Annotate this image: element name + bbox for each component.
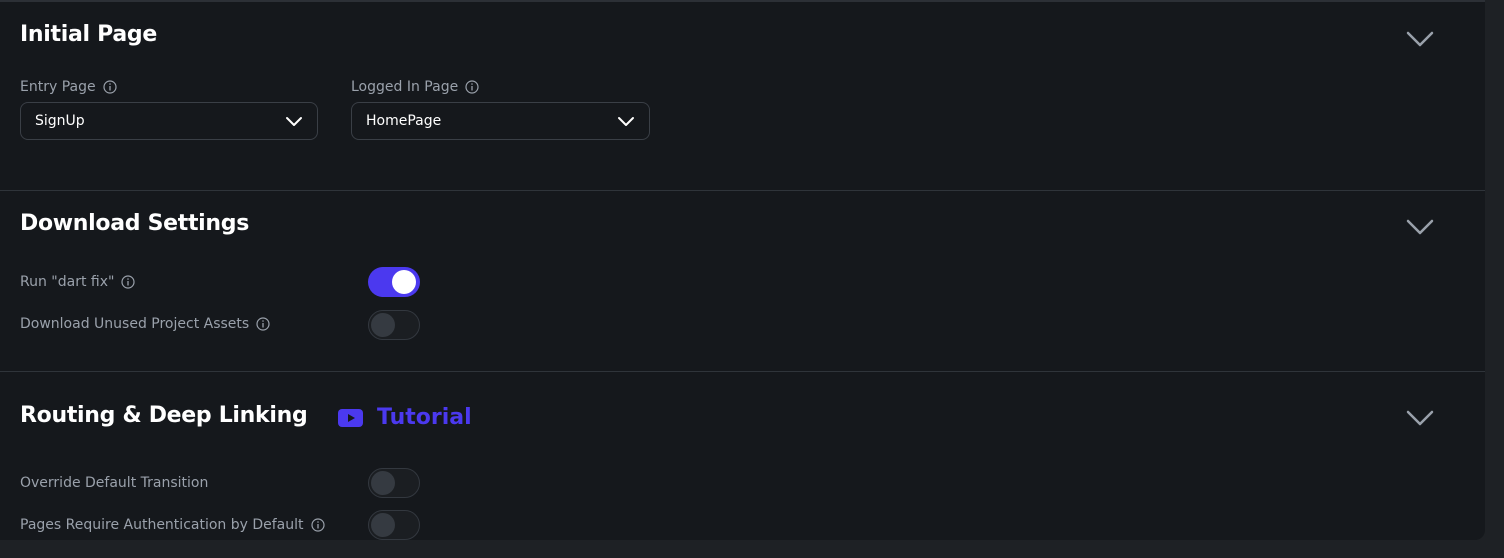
entry-page-label: Entry Page [20,79,96,95]
tutorial-link[interactable]: Tutorial [338,405,472,430]
require-auth-label-row: Pages Require Authentication by Default [20,517,325,533]
routing-collapse-chevron-icon[interactable] [1406,410,1434,426]
unused-assets-label-row: Download Unused Project Assets [20,316,270,332]
chevron-down-icon [286,117,302,126]
unused-assets-label: Download Unused Project Assets [20,316,250,332]
info-icon[interactable] [121,275,136,289]
dart-fix-label-row: Run "dart fix" [20,274,136,290]
routing-title: Routing & Deep Linking [20,403,308,428]
entry-page-select[interactable]: SignUp [20,102,318,140]
info-icon[interactable] [256,317,270,331]
section-divider [0,371,1485,372]
info-icon[interactable] [465,80,479,94]
top-border [0,0,1485,2]
toggle-knob [392,270,416,294]
require-auth-toggle[interactable] [368,510,420,540]
override-transition-toggle[interactable] [368,468,420,498]
toggle-knob [371,313,395,337]
override-transition-label-row: Override Default Transition [20,475,208,491]
require-auth-label: Pages Require Authentication by Default [20,517,304,533]
initial-page-collapse-chevron-icon[interactable] [1406,31,1434,47]
info-icon[interactable] [310,518,325,532]
logged-in-page-label: Logged In Page [351,79,459,95]
logged-in-page-select[interactable]: HomePage [351,102,650,140]
unused-assets-toggle[interactable] [368,310,420,340]
dart-fix-toggle[interactable] [368,267,420,297]
initial-page-title: Initial Page [20,22,157,47]
tutorial-label: Tutorial [377,405,472,430]
youtube-icon [338,408,363,427]
entry-page-label-row: Entry Page [20,79,117,95]
download-settings-title: Download Settings [20,211,250,236]
entry-page-value: SignUp [35,113,85,129]
logged-in-page-value: HomePage [366,113,442,129]
settings-panel: Initial Page Entry Page SignUp Logged In… [0,0,1485,540]
toggle-knob [371,513,395,537]
override-transition-label: Override Default Transition [20,475,209,491]
logged-in-page-label-row: Logged In Page [351,79,479,95]
dart-fix-label: Run "dart fix" [20,274,115,290]
download-settings-collapse-chevron-icon[interactable] [1406,219,1434,235]
toggle-knob [371,471,395,495]
info-icon[interactable] [102,80,117,94]
section-divider [0,190,1485,191]
chevron-down-icon [618,117,634,126]
